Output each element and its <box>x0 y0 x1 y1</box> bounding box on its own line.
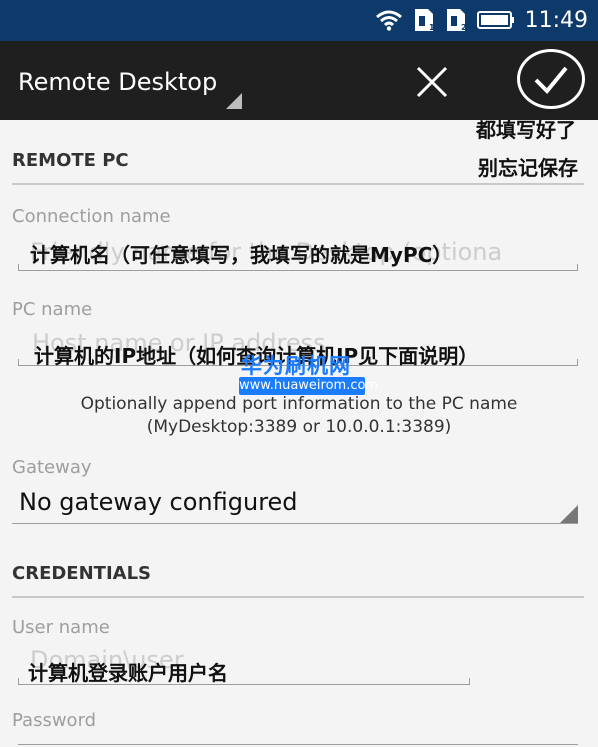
input-tick <box>469 678 470 685</box>
close-button[interactable] <box>410 60 454 104</box>
input-tick <box>18 264 19 271</box>
pc-name-label: PC name <box>12 299 93 320</box>
section-remote-pc: REMOTE PC <box>12 150 129 171</box>
clock-time: 11:49 <box>524 7 588 33</box>
battery-icon <box>476 10 515 30</box>
action-bar: Remote Desktop <box>0 41 598 120</box>
connection-name-underline <box>18 270 578 271</box>
gateway-dropdown-arrow-icon[interactable] <box>560 505 578 523</box>
section-divider <box>12 183 584 185</box>
input-tick <box>577 359 578 366</box>
pc-name-hint-line2: (MyDesktop:3389 or 10.0.0.1:3389) <box>146 417 452 437</box>
connection-name-label: Connection name <box>12 206 171 227</box>
save-button[interactable] <box>517 49 585 109</box>
action-bar-title[interactable]: Remote Desktop <box>18 68 217 96</box>
password-label: Password <box>12 710 97 731</box>
user-name-annotation: 计算机登录账户用户名 <box>28 661 228 685</box>
input-tick <box>18 678 19 685</box>
status-bar: 1 2 11:49 <box>0 0 598 41</box>
svg-text:1: 1 <box>429 23 435 32</box>
gateway-select[interactable]: No gateway configured <box>19 488 298 516</box>
gateway-label: Gateway <box>12 457 92 478</box>
close-icon <box>416 66 448 98</box>
section-credentials: CREDENTIALS <box>12 563 152 584</box>
title-dropdown-arrow-icon[interactable] <box>226 93 242 109</box>
status-icons: 1 2 11:49 <box>375 6 588 34</box>
gateway-underline <box>12 523 578 524</box>
connection-name-annotation: 计算机名（可任意填写，我填写的就是MyPC） <box>30 243 453 267</box>
watermark-logo: 华为刷机网 <box>241 354 351 378</box>
input-tick <box>577 264 578 271</box>
svg-text:2: 2 <box>461 23 467 32</box>
user-name-label: User name <box>12 617 110 638</box>
wifi-icon <box>375 9 403 31</box>
password-underline <box>18 744 578 745</box>
input-tick <box>18 359 19 366</box>
save-note-line2: 别忘记保存 <box>478 156 578 180</box>
section-divider <box>12 596 584 598</box>
pc-name-hint-line1: Optionally append port information to th… <box>80 394 518 414</box>
save-note-line1: 都填写好了 <box>476 118 576 142</box>
sim-2-icon: 2 <box>445 8 467 32</box>
checkmark-icon <box>534 66 568 94</box>
sim-1-icon: 1 <box>413 8 435 32</box>
